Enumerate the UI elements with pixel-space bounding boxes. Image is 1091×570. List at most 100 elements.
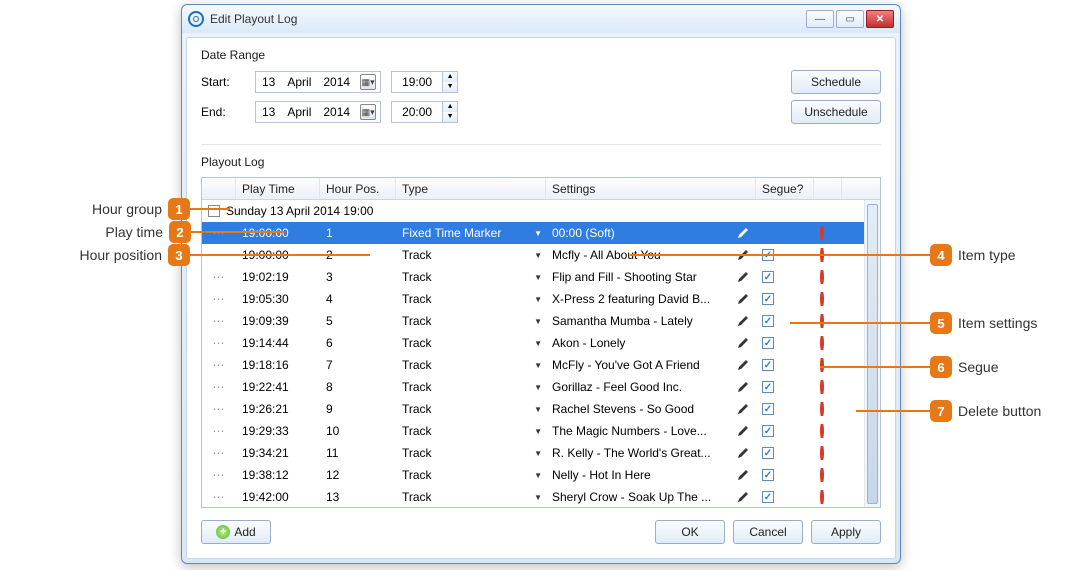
delete-icon[interactable] [820, 468, 824, 482]
calendar-icon[interactable]: ▦▾ [360, 74, 376, 90]
pencil-icon[interactable] [736, 292, 750, 306]
end-time[interactable]: 20:00 [392, 105, 442, 119]
checkbox-checked-icon[interactable]: ✓ [762, 293, 774, 305]
schedule-button[interactable]: Schedule [791, 70, 881, 94]
table-row[interactable]: ⋯19:00:001Fixed Time Marker▼00:00 (Soft) [202, 222, 864, 244]
pencil-icon[interactable] [736, 226, 750, 240]
cell-delete[interactable] [814, 424, 842, 438]
cell-type[interactable]: Track▼ [396, 424, 546, 438]
chevron-down-icon[interactable]: ▼ [534, 339, 542, 348]
cell-segue[interactable]: ✓ [756, 271, 814, 283]
cell-type[interactable]: Track▼ [396, 292, 546, 306]
pencil-icon[interactable] [736, 380, 750, 394]
cell-type[interactable]: Track▼ [396, 358, 546, 372]
cell-settings[interactable]: R. Kelly - The World's Great... [546, 446, 756, 460]
cell-delete[interactable] [814, 402, 842, 416]
table-row[interactable]: ⋯19:09:395Track▼Samantha Mumba - Lately✓ [202, 310, 864, 332]
cell-segue[interactable]: ✓ [756, 491, 814, 503]
checkbox-checked-icon[interactable]: ✓ [762, 359, 774, 371]
chevron-down-icon[interactable]: ▼ [534, 471, 542, 480]
chevron-down-icon[interactable]: ▼ [534, 273, 542, 282]
table-row[interactable]: ⋯19:05:304Track▼X-Press 2 featuring Davi… [202, 288, 864, 310]
end-day[interactable]: 13 [260, 105, 277, 119]
cell-settings[interactable]: X-Press 2 featuring David B... [546, 292, 756, 306]
pencil-icon[interactable] [736, 358, 750, 372]
table-row[interactable]: ⋯19:26:219Track▼Rachel Stevens - So Good… [202, 398, 864, 420]
cell-segue[interactable]: ✓ [756, 293, 814, 305]
column-play-time[interactable]: Play Time [236, 178, 320, 199]
chevron-down-icon[interactable]: ▼ [534, 229, 542, 238]
cell-settings[interactable]: Sheryl Crow - Soak Up The ... [546, 490, 756, 504]
unschedule-button[interactable]: Unschedule [791, 100, 881, 124]
delete-icon[interactable] [820, 336, 824, 350]
checkbox-checked-icon[interactable]: ✓ [762, 491, 774, 503]
column-type[interactable]: Type [396, 178, 546, 199]
pencil-icon[interactable] [736, 446, 750, 460]
checkbox-checked-icon[interactable]: ✓ [762, 425, 774, 437]
checkbox-checked-icon[interactable]: ✓ [762, 337, 774, 349]
cell-segue[interactable]: ✓ [756, 381, 814, 393]
pencil-icon[interactable] [736, 468, 750, 482]
cell-delete[interactable] [814, 380, 842, 394]
cell-delete[interactable] [814, 468, 842, 482]
delete-icon[interactable] [820, 424, 824, 438]
cell-type[interactable]: Track▼ [396, 446, 546, 460]
cell-type[interactable]: Track▼ [396, 270, 546, 284]
checkbox-checked-icon[interactable]: ✓ [762, 315, 774, 327]
cell-delete[interactable] [814, 446, 842, 460]
table-row[interactable]: ⋯19:38:1212Track▼Nelly - Hot In Here✓ [202, 464, 864, 486]
cell-settings[interactable]: Flip and Fill - Shooting Star [546, 270, 756, 284]
chevron-down-icon[interactable]: ▼ [534, 383, 542, 392]
start-day[interactable]: 13 [260, 75, 277, 89]
chevron-down-icon[interactable]: ▼ [534, 493, 542, 502]
column-hour-pos[interactable]: Hour Pos. [320, 178, 396, 199]
table-row[interactable]: ⋯19:02:193Track▼Flip and Fill - Shooting… [202, 266, 864, 288]
cell-delete[interactable] [814, 490, 842, 504]
chevron-down-icon[interactable]: ▼ [534, 251, 542, 260]
spinner-down-icon[interactable]: ▼ [443, 112, 457, 122]
start-time-spinner[interactable]: 19:00 ▲▼ [391, 71, 458, 93]
chevron-down-icon[interactable]: ▼ [534, 361, 542, 370]
end-date-picker[interactable]: 13 April 2014 ▦▾ [255, 101, 381, 123]
pencil-icon[interactable] [736, 402, 750, 416]
cell-settings[interactable]: Akon - Lonely [546, 336, 756, 350]
cell-settings[interactable]: Gorillaz - Feel Good Inc. [546, 380, 756, 394]
cell-type[interactable]: Track▼ [396, 468, 546, 482]
checkbox-checked-icon[interactable]: ✓ [762, 403, 774, 415]
table-row[interactable]: ⋯19:29:3310Track▼The Magic Numbers - Lov… [202, 420, 864, 442]
chevron-down-icon[interactable]: ▼ [534, 295, 542, 304]
cell-segue[interactable]: ✓ [756, 447, 814, 459]
chevron-down-icon[interactable]: ▼ [534, 317, 542, 326]
start-time[interactable]: 19:00 [392, 75, 442, 89]
delete-icon[interactable] [820, 402, 824, 416]
delete-icon[interactable] [820, 226, 824, 240]
hour-group-row[interactable]: −Sunday 13 April 2014 19:00 [202, 200, 864, 222]
spinner-up-icon[interactable]: ▲ [443, 72, 457, 82]
delete-icon[interactable] [820, 292, 824, 306]
pencil-icon[interactable] [736, 314, 750, 328]
column-segue[interactable]: Segue? [756, 178, 814, 199]
cell-settings[interactable]: Rachel Stevens - So Good [546, 402, 756, 416]
table-row[interactable]: ⋯19:34:2111Track▼R. Kelly - The World's … [202, 442, 864, 464]
ok-button[interactable]: OK [655, 520, 725, 544]
table-row[interactable]: ⋯19:22:418Track▼Gorillaz - Feel Good Inc… [202, 376, 864, 398]
chevron-down-icon[interactable]: ▼ [534, 449, 542, 458]
pencil-icon[interactable] [736, 336, 750, 350]
cell-type[interactable]: Track▼ [396, 490, 546, 504]
spinner-up-icon[interactable]: ▲ [443, 102, 457, 112]
end-time-spinner[interactable]: 20:00 ▲▼ [391, 101, 458, 123]
cell-delete[interactable] [814, 292, 842, 306]
spinner-down-icon[interactable]: ▼ [443, 82, 457, 92]
maximize-button[interactable]: ▭ [836, 10, 864, 28]
cell-type[interactable]: Track▼ [396, 314, 546, 328]
cell-settings[interactable]: McFly - You've Got A Friend [546, 358, 756, 372]
cell-settings[interactable]: 00:00 (Soft) [546, 226, 756, 240]
table-row[interactable]: ⋯19:18:167Track▼McFly - You've Got A Fri… [202, 354, 864, 376]
cell-settings[interactable]: The Magic Numbers - Love... [546, 424, 756, 438]
add-button[interactable]: + Add [201, 520, 271, 544]
start-date-picker[interactable]: 13 April 2014 ▦▾ [255, 71, 381, 93]
cell-type[interactable]: Track▼ [396, 336, 546, 350]
calendar-icon[interactable]: ▦▾ [360, 104, 376, 120]
cell-type[interactable]: Fixed Time Marker▼ [396, 226, 546, 240]
table-row[interactable]: ⋯19:14:446Track▼Akon - Lonely✓ [202, 332, 864, 354]
